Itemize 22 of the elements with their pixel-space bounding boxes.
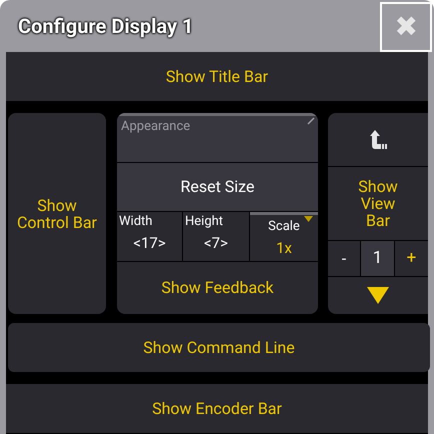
show-feedback-button[interactable]: Show Feedback [117, 262, 318, 314]
height-field[interactable]: Height <7> [183, 212, 250, 261]
toggle-bar-button[interactable]: Show Title Bar [6, 52, 428, 101]
height-value: <7> [203, 232, 229, 254]
scale-label: Scale [268, 218, 300, 236]
dropdown-triangle-icon [304, 216, 313, 222]
increment-button[interactable]: + [395, 241, 428, 276]
show-control-bar-button[interactable]: Show Control Bar [8, 113, 106, 314]
arrow-bars-icon[interactable] [367, 130, 389, 150]
height-label: Height [185, 213, 224, 231]
toggle-bar-button[interactable]: Show Encoder Bar [6, 384, 428, 433]
toggle-bar-button[interactable]: Show Command Line [8, 323, 430, 372]
width-label: Width [119, 213, 154, 231]
down-triangle-icon[interactable] [367, 287, 389, 304]
width-value: <17> [132, 232, 167, 254]
view-number: 1 [361, 241, 395, 276]
window-title: Configure Display 1 [17, 13, 194, 40]
scale-value: 1x [276, 238, 292, 258]
appearance-label: Appearance [121, 118, 190, 136]
reset-size-button[interactable]: Reset Size [117, 163, 318, 212]
width-field[interactable]: Width <17> [117, 212, 183, 261]
edit-corner-icon [307, 117, 315, 125]
